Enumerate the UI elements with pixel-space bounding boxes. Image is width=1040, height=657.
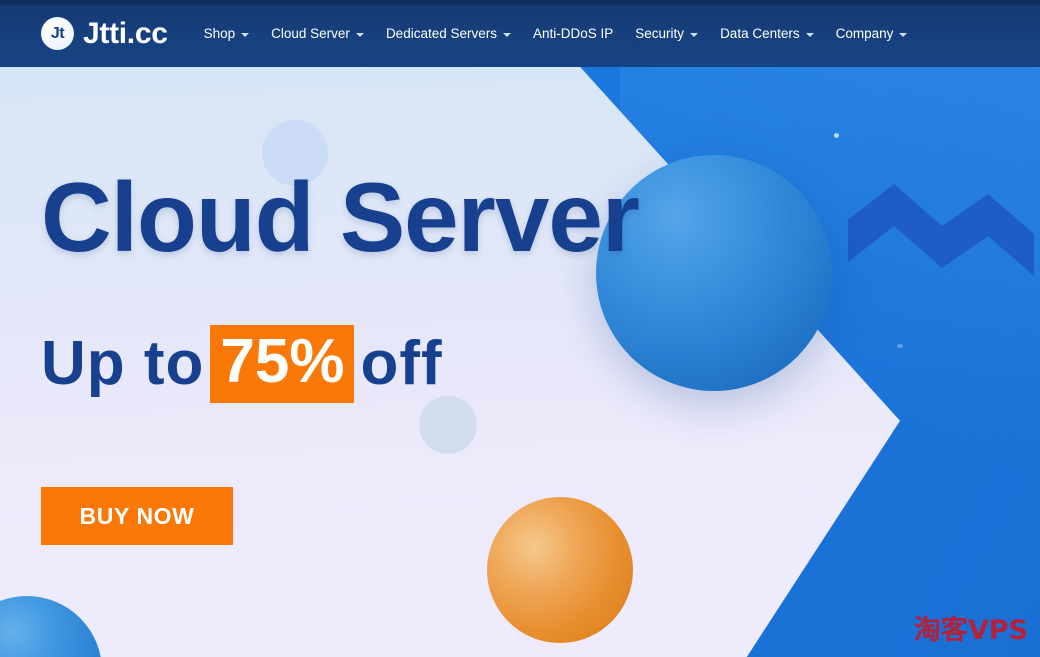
nav-item-company[interactable]: Company: [825, 20, 919, 47]
top-navigation-bar: Jt Jtti.cc Shop Cloud Server Dedicated S…: [0, 0, 1040, 67]
nav-item-data-centers[interactable]: Data Centers: [709, 20, 825, 47]
watermark-label: 淘客VPS: [913, 615, 1028, 646]
nav-item-label: Anti-DDoS IP: [533, 26, 614, 41]
nav-item-label: Shop: [203, 26, 236, 41]
promo-prefix-label: Up to: [41, 329, 205, 398]
orange-sphere-decoration: [487, 497, 633, 643]
nav-item-label: Data Centers: [720, 26, 800, 41]
promo-suffix-label: off: [360, 329, 443, 398]
chevron-down-icon: [690, 32, 699, 37]
nav-item-label: Cloud Server: [271, 26, 350, 41]
nav-links: Shop Cloud Server Dedicated Servers Anti…: [193, 20, 919, 47]
nav-item-label: Security: [635, 26, 685, 41]
chevron-down-icon: [355, 32, 364, 37]
sparkle-dot-decoration: [834, 133, 839, 138]
chevron-down-icon: [241, 32, 250, 37]
discount-badge: 75%: [210, 325, 355, 403]
nav-item-shop[interactable]: Shop: [193, 20, 261, 47]
chevron-down-icon: [899, 32, 908, 37]
sparkle-dot-decoration: [897, 344, 903, 348]
zigzag-decoration-icon: [848, 184, 1034, 276]
brand-name-label: Jtti.cc: [83, 16, 168, 50]
chevron-down-icon: [805, 32, 814, 37]
buy-now-button[interactable]: BUY NOW: [41, 487, 233, 545]
nav-item-dedicated-servers[interactable]: Dedicated Servers: [375, 20, 522, 47]
hero-banner-page: Jt Jtti.cc Shop Cloud Server Dedicated S…: [0, 0, 1040, 657]
chevron-down-icon: [503, 32, 511, 37]
nav-item-label: Company: [835, 26, 894, 41]
nav-item-cloud-server[interactable]: Cloud Server: [260, 20, 375, 47]
nav-item-anti-ddos-ip[interactable]: Anti-DDoS IP: [522, 20, 624, 47]
brand-logo[interactable]: Jt Jtti.cc: [41, 17, 168, 51]
nav-item-label: Dedicated Servers: [385, 26, 497, 41]
nav-item-security[interactable]: Security: [624, 20, 709, 47]
faint-circle-decoration: [419, 396, 477, 454]
page-title: Cloud Server: [41, 162, 640, 272]
circle-logo-icon: Jt: [41, 17, 74, 50]
promo-subheadline: Up to 75% off: [41, 325, 443, 403]
